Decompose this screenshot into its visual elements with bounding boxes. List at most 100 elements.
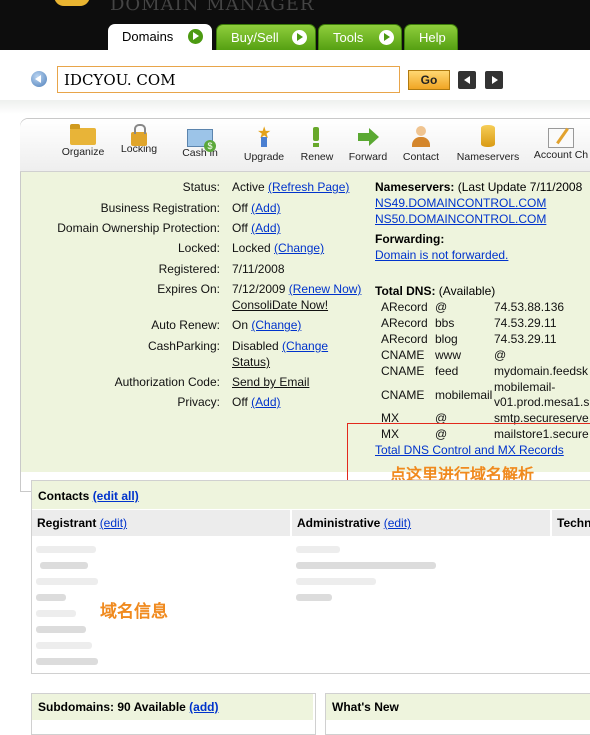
send-by-email-link[interactable]: Send by Email xyxy=(232,375,309,389)
dns-host: @ xyxy=(435,300,448,314)
toolbar-cash-in[interactable]: Cash in xyxy=(178,125,222,159)
privacy-text: Off xyxy=(232,395,248,409)
forwarding-link[interactable]: Domain is not forwarded. xyxy=(375,248,508,262)
tab-label: Domains xyxy=(122,29,174,44)
toolbar-forward[interactable]: Forward xyxy=(345,125,391,163)
previous-arrow-icon[interactable] xyxy=(458,71,476,89)
nameserver-link-2[interactable]: NS50.DOMAINCONTROL.COM xyxy=(375,212,546,226)
edit-all-link[interactable]: (edit all) xyxy=(93,489,139,503)
nameserver-link-1[interactable]: NS49.DOMAINCONTROL.COM xyxy=(375,196,546,210)
divider xyxy=(0,100,590,114)
tab-tools[interactable]: Tools xyxy=(318,24,402,50)
account-change-icon xyxy=(548,128,574,148)
cashparking-status-link[interactable]: Status) xyxy=(232,355,270,369)
dns-value: @ xyxy=(494,348,507,362)
subdomains-title: Subdomains: 90 Available xyxy=(38,700,186,714)
renew-icon xyxy=(310,125,324,147)
renew-now-link[interactable]: (Renew Now) xyxy=(289,282,362,296)
toolbar-label: Organize xyxy=(61,146,105,158)
toolbar-label: Account Ch xyxy=(533,149,589,161)
tab-help[interactable]: Help xyxy=(404,24,458,50)
ownership-protection-value: Off (Add) xyxy=(232,221,280,235)
auto-renew-label: Auto Renew: xyxy=(151,318,220,332)
dns-host: www xyxy=(435,348,461,362)
dns-type: ARecord xyxy=(381,316,428,330)
expires-value: 7/12/2009 (Renew Now) xyxy=(232,282,361,296)
toolbar-account-change[interactable]: Account Ch xyxy=(533,125,589,161)
whats-new-header: What's New xyxy=(326,694,590,720)
cashparking-change-link[interactable]: (Change xyxy=(282,339,328,353)
registered-date: 7/11/2008 xyxy=(232,262,285,276)
nameservers-title: Nameservers: xyxy=(375,180,455,194)
auto-renew-change-link[interactable]: (Change) xyxy=(251,318,301,332)
toolbar-label: Forward xyxy=(348,151,388,163)
forwarding-title: Forwarding: xyxy=(375,232,445,246)
expires-label: Expires On: xyxy=(157,282,220,296)
back-icon[interactable] xyxy=(31,71,47,87)
tab-label: Buy/Sell xyxy=(231,30,279,45)
technical-label: Techn xyxy=(557,516,590,530)
privacy-label: Privacy: xyxy=(177,395,220,409)
contact-icon xyxy=(409,125,433,147)
play-arrow-icon xyxy=(188,29,203,44)
add-subdomain-link[interactable]: (add) xyxy=(189,700,218,714)
dns-value: 74.53.29.11 xyxy=(494,316,557,330)
auto-renew-value: On (Change) xyxy=(232,318,301,332)
app-title: DOMAIN MANAGER xyxy=(110,0,315,15)
status-value: Active (Refresh Page) xyxy=(232,180,349,194)
toolbar-label: Nameservers xyxy=(456,151,520,163)
top-banner: DOMAIN MANAGER Domains Buy/Sell Tools He… xyxy=(0,0,590,50)
contact-annotation: 域名信息 xyxy=(100,602,168,621)
ownership-protection-label: Domain Ownership Protection: xyxy=(57,221,220,235)
upgrade-icon xyxy=(257,123,271,147)
toolbar-nameservers[interactable]: Nameservers xyxy=(455,125,521,163)
dns-host: mobilemail xyxy=(435,388,493,402)
registrant-label: Registrant xyxy=(37,516,97,530)
dns-host: bbs xyxy=(435,316,455,330)
authorization-code-label: Authorization Code: xyxy=(114,375,220,389)
dns-value: 74.53.88.136 xyxy=(494,300,565,314)
go-button[interactable]: Go xyxy=(408,70,450,90)
toolbar-label: Contact xyxy=(402,151,440,163)
locked-change-link[interactable]: (Change) xyxy=(274,241,324,255)
toolbar-renew[interactable]: Renew xyxy=(297,125,337,163)
tab-buy-sell[interactable]: Buy/Sell xyxy=(216,24,316,50)
nameservers-icon xyxy=(481,125,495,147)
toolbar-upgrade[interactable]: Upgrade xyxy=(241,123,287,163)
locked-label: Locked: xyxy=(177,241,220,255)
toolbar-label: Upgrade xyxy=(243,151,285,163)
refresh-page-link[interactable]: (Refresh Page) xyxy=(268,180,349,194)
dns-type: CNAME xyxy=(381,348,425,362)
folder-icon xyxy=(70,124,96,145)
dns-type: ARecord xyxy=(381,300,428,314)
ownership-protection-add-link[interactable]: (Add) xyxy=(251,221,280,235)
consolidate-now-link[interactable]: ConsoliDate Now! xyxy=(232,298,328,312)
toolbar-label: Cash in xyxy=(182,147,218,159)
privacy-add-link[interactable]: (Add) xyxy=(251,395,280,409)
tab-domains[interactable]: Domains xyxy=(108,24,212,50)
administrative-label: Administrative xyxy=(297,516,381,530)
dns-heading: Total DNS: (Available) xyxy=(375,284,495,298)
dns-host: blog xyxy=(435,332,458,346)
dns-type: CNAME xyxy=(381,388,425,402)
cashparking-text: Disabled xyxy=(232,339,279,353)
registrant-edit-link[interactable]: (edit) xyxy=(100,516,127,530)
dns-type: ARecord xyxy=(381,332,428,346)
dns-host: feed xyxy=(435,364,459,378)
toolbar-contact[interactable]: Contact xyxy=(400,125,442,163)
business-registration-add-link[interactable]: (Add) xyxy=(251,201,280,215)
domain-search-input[interactable]: IDCYOU. COM xyxy=(57,66,400,93)
ownership-protection-text: Off xyxy=(232,221,248,235)
dns-title: Total DNS: xyxy=(375,284,436,298)
forward-icon xyxy=(356,125,380,147)
contacts-title: Contacts xyxy=(38,489,90,503)
next-arrow-icon[interactable] xyxy=(485,71,503,89)
toolbar-organize[interactable]: Organize xyxy=(60,124,106,158)
business-registration-label: Business Registration: xyxy=(100,201,220,215)
business-registration-text: Off xyxy=(232,201,248,215)
toolbar-locking[interactable]: Locking xyxy=(117,124,161,155)
auto-renew-text: On xyxy=(232,318,249,332)
tab-label: Tools xyxy=(333,30,364,45)
nameservers-heading: Nameservers: (Last Update 7/11/2008 xyxy=(375,180,582,194)
administrative-edit-link[interactable]: (edit) xyxy=(384,516,411,530)
